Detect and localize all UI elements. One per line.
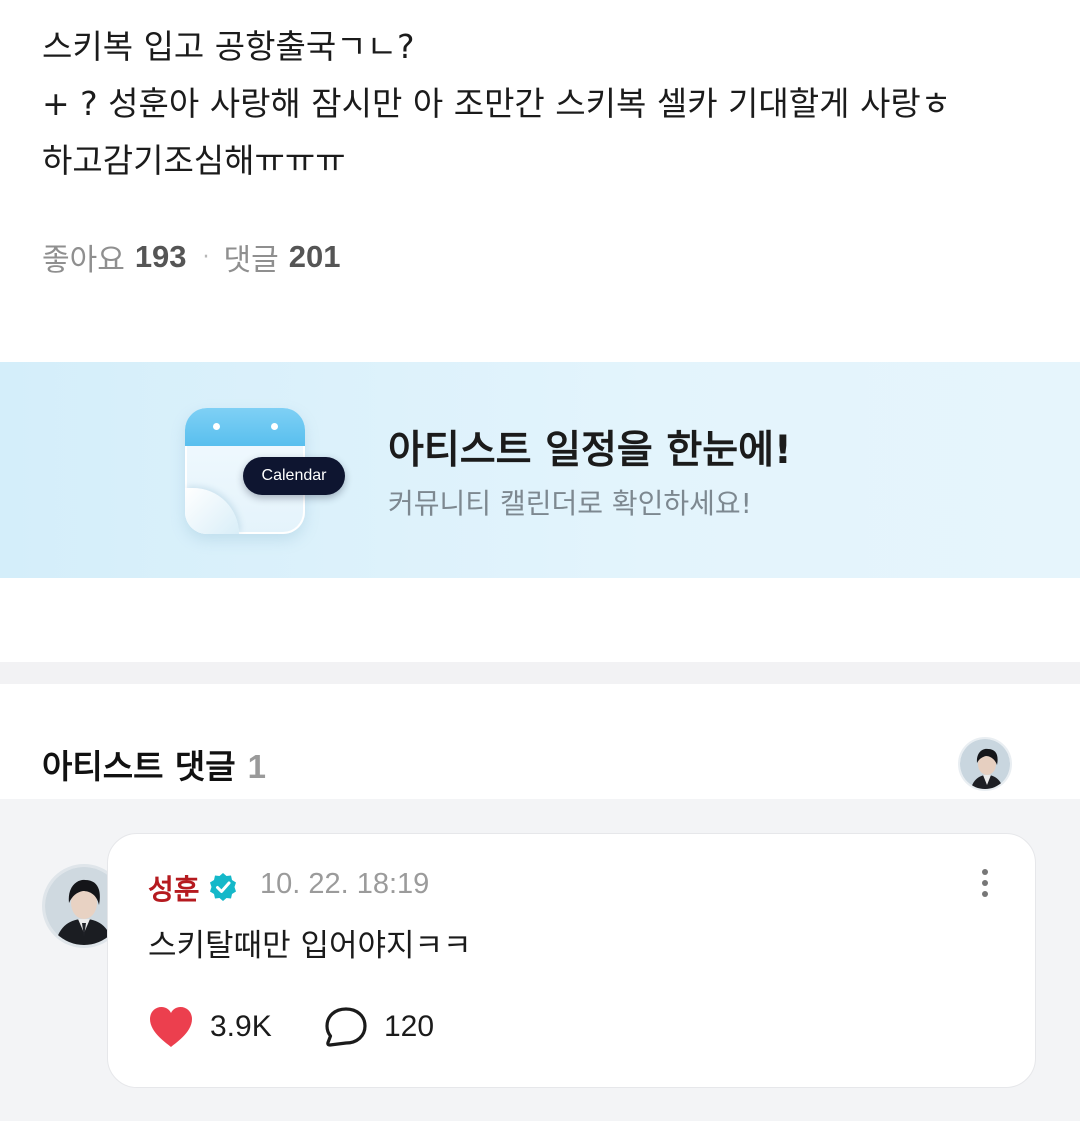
comment-timestamp: 10. 22. 18:19 (260, 868, 430, 900)
section-divider (0, 662, 1080, 684)
likes-count[interactable]: 193 (135, 239, 187, 275)
reply-bubble-icon (325, 1007, 367, 1047)
like-count: 3.9K (210, 1010, 272, 1043)
comments-count[interactable]: 201 (289, 239, 341, 275)
artist-avatar[interactable] (958, 737, 1012, 791)
post-line: + ? 성훈아 사랑해 잠시만 아 조만간 스키복 셀카 기대할게 사랑ㅎ (42, 84, 952, 123)
likes-label[interactable]: 좋아요 (42, 235, 125, 279)
comment-author-name[interactable]: 성훈 (148, 868, 200, 908)
comments-label[interactable]: 댓글 (224, 235, 279, 279)
reply-button[interactable]: 120 (324, 1006, 434, 1048)
artist-comments-header: 아티스트 댓글 1 (42, 740, 266, 788)
post-body: 스키복 입고 공항출국ㄱㄴ? + ? 성훈아 사랑해 잠시만 아 조만간 스키복… (42, 18, 1052, 189)
post-line: 하고감기조심해ㅠㅠㅠ (42, 141, 346, 180)
section-title: 아티스트 댓글 (42, 747, 236, 786)
more-vertical-icon[interactable] (972, 866, 998, 906)
post-meta: 좋아요 193 · 댓글 201 (42, 235, 340, 279)
reply-count: 120 (384, 1010, 435, 1043)
calendar-banner[interactable]: Calendar 아티스트 일정을 한눈에! 커뮤니티 캘린더로 확인하세요! (0, 362, 1080, 578)
calendar-pill: Calendar (243, 457, 345, 495)
verified-badge-icon (210, 873, 236, 901)
comment-text: 스키탈때만 입어야지ㅋㅋ (148, 928, 472, 964)
artist-comment-card: 성훈 10. 22. 18:19 스키탈때만 입어야지ㅋㅋ 3.9K 120 (107, 833, 1036, 1088)
meta-separator: · (202, 244, 210, 270)
banner-subtitle: 커뮤니티 캘린더로 확인하세요! (388, 487, 752, 520)
post-line: 스키복 입고 공항출국ㄱㄴ? (42, 27, 415, 66)
banner-title: 아티스트 일정을 한눈에! (388, 428, 792, 473)
like-button[interactable]: 3.9K (148, 1006, 272, 1048)
section-count: 1 (247, 748, 267, 785)
heart-icon (150, 1007, 192, 1047)
